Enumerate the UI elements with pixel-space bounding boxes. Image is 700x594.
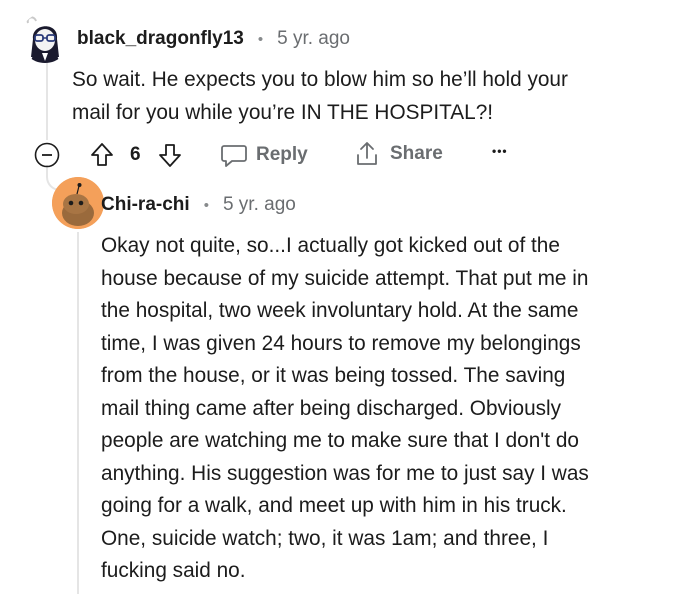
more-dots-icon: •••: [492, 144, 508, 158]
body-line: the hospital, two week involuntary hold.…: [101, 299, 579, 322]
parent-comment-body: So wait. He expects you to blow him so h…: [72, 64, 682, 129]
body-line: time, I was given 24 hours to remove my …: [101, 331, 581, 355]
comment-action-bar: 6 Reply Share •••: [34, 138, 534, 172]
upvote-button[interactable]: [90, 142, 114, 168]
parent-comment-meta: black_dragonfly13 • 5 yr. ago: [77, 26, 350, 52]
body-line: Okay not quite, so...I actually got kick…: [101, 234, 560, 257]
reply-comment-body: Okay not quite, so...I actually got kick…: [101, 230, 671, 588]
reply-timestamp[interactable]: 5 yr. ago: [223, 194, 296, 216]
parent-thread-line[interactable]: [46, 60, 48, 140]
reply-speech-bubble-icon: [221, 145, 247, 167]
reply-thread-line[interactable]: [77, 232, 79, 594]
share-button[interactable]: Share: [354, 140, 443, 168]
body-line: house because of my suicide attempt. Tha…: [101, 266, 589, 290]
share-label: Share: [390, 143, 443, 164]
body-line: So wait. He expects you to blow him so h…: [72, 68, 568, 91]
reply-author[interactable]: Chi-ra-chi: [101, 194, 190, 216]
parent-avatar[interactable]: [20, 13, 70, 63]
meta-separator: •: [257, 30, 264, 48]
collapse-minus-icon: [34, 142, 60, 168]
body-line: anything. His suggestion was for me to j…: [101, 461, 589, 485]
parent-author[interactable]: black_dragonfly13: [77, 28, 244, 50]
collapse-button[interactable]: [34, 142, 60, 168]
share-upload-icon: [357, 142, 377, 165]
parent-timestamp[interactable]: 5 yr. ago: [277, 28, 350, 50]
reply-comment-meta: Chi-ra-chi • 5 yr. ago: [101, 192, 296, 218]
downvote-arrow-icon: [159, 144, 181, 167]
body-line: fucking said no.: [101, 559, 246, 582]
body-line: going for a walk, and meet up with him i…: [101, 494, 567, 517]
score-count: 6: [130, 144, 141, 165]
body-line: One, suicide watch; two, it was 1am; and…: [101, 526, 549, 550]
reply-avatar[interactable]: [52, 177, 104, 229]
snoo-avatar-icon: [52, 177, 104, 229]
more-options-button[interactable]: •••: [492, 144, 508, 158]
downvote-button[interactable]: [158, 142, 182, 168]
body-line: mail for you while you’re IN THE HOSPITA…: [72, 100, 494, 124]
body-line: people are watching me to make sure that…: [101, 429, 579, 452]
reply-label: Reply: [256, 144, 308, 165]
body-line: mail thing came after being discharged. …: [101, 396, 562, 420]
reply-button[interactable]: Reply: [220, 142, 308, 168]
body-line: from the house, or it was being tossed. …: [101, 364, 566, 387]
dragonfly-avatar-icon: [20, 13, 70, 63]
vote-score: 6: [130, 144, 141, 166]
meta-separator: •: [203, 196, 209, 214]
upvote-arrow-icon: [91, 143, 113, 166]
